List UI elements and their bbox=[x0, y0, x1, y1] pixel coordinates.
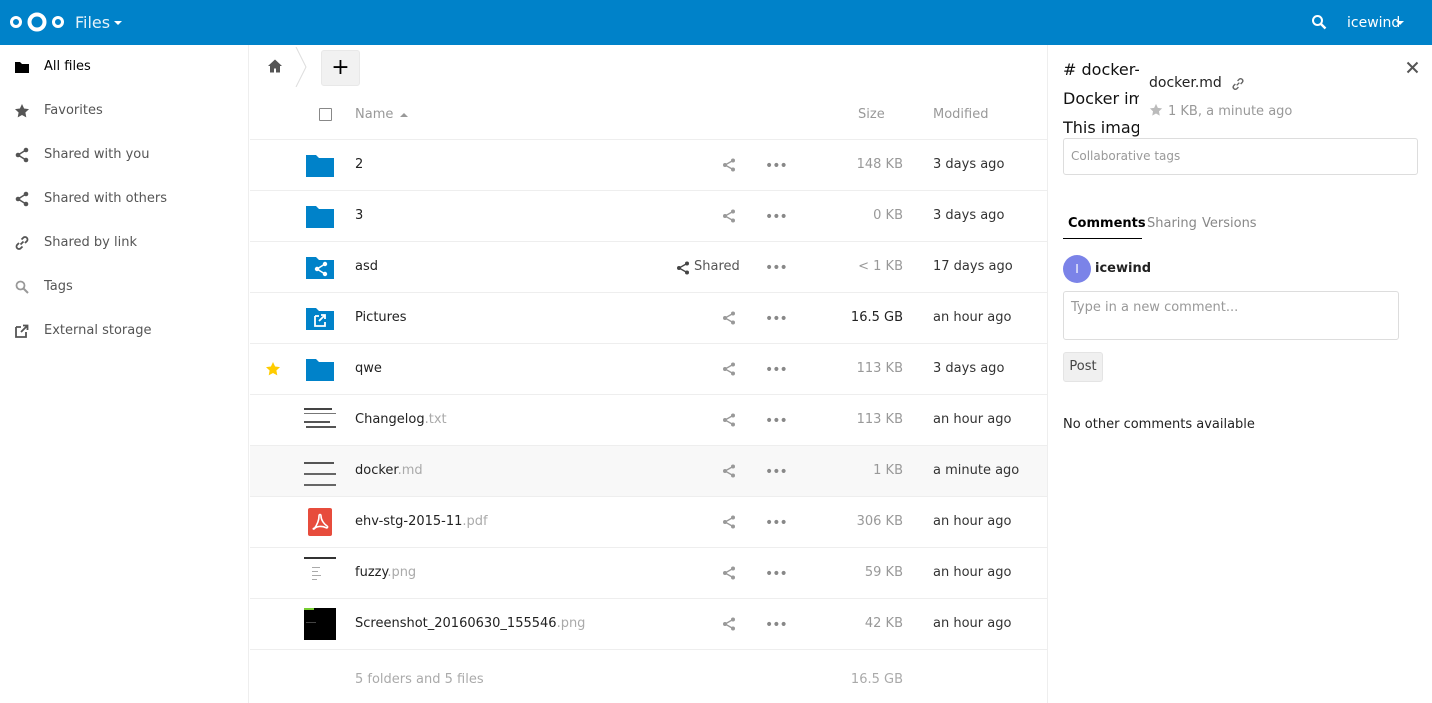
file-size: 0 KB bbox=[873, 208, 903, 223]
file-row[interactable]: ehv-stg-2015-11.pdf ••• 306 KB an hour a… bbox=[250, 497, 1047, 548]
file-row[interactable]: 2 ••• 148 KB 3 days ago bbox=[250, 140, 1047, 191]
tab-versions[interactable]: Versions bbox=[1202, 216, 1257, 231]
active-tab-indicator bbox=[1063, 238, 1142, 239]
nav-item-shared-with-others[interactable]: Shared with others bbox=[0, 177, 249, 221]
nav-item-shared-with-you[interactable]: Shared with you bbox=[0, 133, 249, 177]
user-menu[interactable]: icewind bbox=[1347, 15, 1400, 31]
details-file-name: docker.md bbox=[1149, 75, 1222, 91]
file-row[interactable]: 3 ••• 0 KB 3 days ago bbox=[250, 191, 1047, 242]
nextcloud-logo[interactable] bbox=[8, 10, 66, 34]
file-size: 16.5 GB bbox=[850, 310, 903, 325]
file-modified: 3 days ago bbox=[933, 157, 1005, 172]
close-icon[interactable] bbox=[1406, 61, 1419, 74]
app-header: Files icewind bbox=[0, 0, 1432, 45]
file-row[interactable]: fuzzy.png ••• 59 KB an hour ago bbox=[250, 548, 1047, 599]
file-row[interactable]: qwe ••• 113 KB 3 days ago bbox=[250, 344, 1047, 395]
nav-item-label: All files bbox=[44, 59, 91, 74]
favorite-star-icon[interactable] bbox=[1149, 103, 1163, 117]
files-controls bbox=[250, 45, 1047, 91]
post-comment-button[interactable]: Post bbox=[1063, 352, 1103, 382]
file-modified: an hour ago bbox=[933, 310, 1012, 325]
app-menu-caret-icon[interactable] bbox=[114, 21, 122, 25]
link-icon bbox=[15, 236, 29, 250]
file-size: 1 KB bbox=[873, 463, 903, 478]
column-modified[interactable]: Modified bbox=[933, 107, 988, 122]
collaborative-tags-input[interactable]: Collaborative tags bbox=[1063, 138, 1418, 175]
permalink-icon[interactable] bbox=[1231, 77, 1245, 91]
details-file-meta: 1 KB, a minute ago bbox=[1168, 104, 1293, 119]
nav-item-label: Shared with others bbox=[44, 191, 168, 206]
comment-author: icewind bbox=[1095, 261, 1152, 276]
share-icon bbox=[15, 191, 29, 207]
file-modified: an hour ago bbox=[933, 412, 1012, 427]
file-modified: an hour ago bbox=[933, 514, 1012, 529]
file-row[interactable]: docker.md ••• 1 KB a minute ago bbox=[250, 446, 1047, 497]
nav-item-shared-by-link[interactable]: Shared by link bbox=[0, 221, 249, 265]
breadcrumb-separator-icon bbox=[295, 47, 307, 87]
tab-comments[interactable]: Comments bbox=[1068, 216, 1146, 231]
share-icon bbox=[15, 147, 29, 163]
nav-item-tags[interactable]: Tags bbox=[0, 265, 249, 309]
file-preview-line: This image bbox=[1063, 118, 1139, 137]
nav-item-label: Shared with you bbox=[44, 147, 150, 162]
file-preview-line: Docker ima bbox=[1063, 89, 1139, 108]
file-row[interactable]: Changelog.txt ••• 113 KB an hour ago bbox=[250, 395, 1047, 446]
new-file-button[interactable]: + bbox=[321, 50, 360, 86]
column-name[interactable]: Name bbox=[355, 107, 393, 122]
new-comment-input[interactable]: Type in a new comment... bbox=[1063, 291, 1399, 340]
search-icon[interactable] bbox=[1311, 14, 1327, 30]
file-size: 113 KB bbox=[856, 412, 903, 427]
file-preview-line: # docker-c bbox=[1063, 60, 1139, 79]
tab-sharing[interactable]: Sharing bbox=[1147, 216, 1197, 231]
avatar: I bbox=[1063, 255, 1091, 283]
folder-icon bbox=[15, 62, 29, 73]
file-modified: an hour ago bbox=[933, 565, 1012, 580]
nav-item-favorites[interactable]: Favorites bbox=[0, 89, 249, 133]
file-size: 148 KB bbox=[856, 157, 903, 172]
select-all-checkbox[interactable] bbox=[319, 108, 332, 121]
file-size: 59 KB bbox=[864, 565, 903, 580]
nav-item-label: Tags bbox=[44, 279, 73, 294]
nav-item-label: Shared by link bbox=[44, 235, 137, 250]
tag-search-icon bbox=[15, 280, 29, 294]
nav-item-label: Favorites bbox=[44, 103, 103, 118]
file-row[interactable]: Screenshot_20160630_155546.png ••• 42 KB… bbox=[250, 599, 1047, 650]
file-modified: a minute ago bbox=[933, 463, 1020, 478]
file-size: 42 KB bbox=[864, 616, 903, 631]
file-size: 113 KB bbox=[856, 361, 903, 376]
sort-asc-icon[interactable] bbox=[400, 113, 408, 117]
file-row[interactable]: asd Shared ••• < 1 KB 17 days ago bbox=[250, 242, 1047, 293]
file-size: < 1 KB bbox=[858, 259, 903, 274]
file-row[interactable]: Pictures ••• 16.5 GB an hour ago bbox=[250, 293, 1047, 344]
file-modified: 3 days ago bbox=[933, 361, 1005, 376]
nav-item-external-storage[interactable]: External storage bbox=[0, 309, 249, 353]
file-modified: 3 days ago bbox=[933, 208, 1005, 223]
file-modified: an hour ago bbox=[933, 616, 1012, 631]
nav-item-label: External storage bbox=[44, 323, 152, 338]
external-icon bbox=[15, 324, 29, 338]
file-size: 306 KB bbox=[856, 514, 903, 529]
no-comments-message: No other comments available bbox=[1063, 417, 1255, 432]
file-modified: 17 days ago bbox=[933, 259, 1013, 274]
home-icon[interactable] bbox=[267, 58, 283, 74]
file-list-total-size: 16.5 GB bbox=[850, 672, 903, 687]
nav-item-all-files[interactable]: All files bbox=[0, 45, 249, 89]
star-icon bbox=[15, 104, 29, 118]
user-menu-caret-icon[interactable] bbox=[1396, 21, 1404, 25]
app-menu-label[interactable]: Files bbox=[75, 13, 110, 32]
column-size[interactable]: Size bbox=[858, 107, 885, 122]
